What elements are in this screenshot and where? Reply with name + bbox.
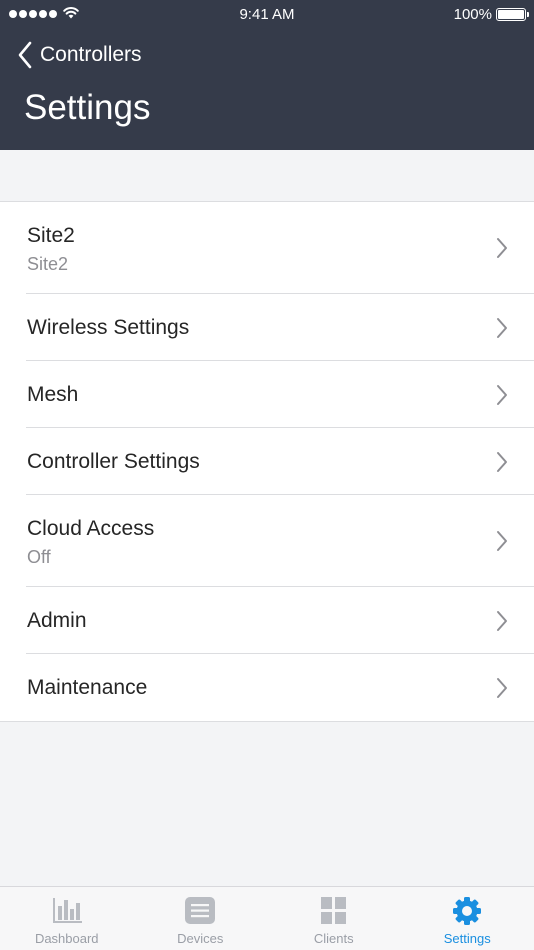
tab-devices[interactable]: Devices — [134, 887, 268, 950]
settings-row-wireless-settings[interactable]: Wireless Settings — [0, 294, 534, 361]
row-label: Site2 — [27, 224, 75, 247]
settings-row-maintenance[interactable]: Maintenance — [0, 654, 534, 721]
settings-row-admin[interactable]: Admin — [0, 587, 534, 654]
chevron-right-icon — [497, 238, 507, 258]
chevron-right-icon — [497, 384, 507, 405]
tab-label: Settings — [443, 931, 491, 946]
battery-percentage: 100% — [453, 6, 492, 23]
row-label: Maintenance — [27, 676, 148, 699]
chevron-right-icon — [497, 317, 507, 338]
devices-icon — [185, 897, 216, 924]
page-title: Settings — [24, 88, 151, 127]
battery-icon — [496, 8, 529, 21]
settings-row-site[interactable]: Site2 Site2 — [0, 202, 534, 294]
tab-clients[interactable]: Clients — [267, 887, 401, 950]
status-bar: 9:41 AM 100% — [0, 0, 534, 28]
gear-icon — [453, 897, 482, 925]
tab-label: Clients — [313, 931, 354, 946]
chevron-right-icon — [497, 610, 507, 631]
grid-icon — [320, 897, 346, 924]
row-label: Cloud Access — [27, 517, 155, 540]
chevron-right-icon — [497, 451, 507, 472]
row-label: Controller Settings — [27, 450, 200, 473]
row-label: Admin — [27, 609, 87, 632]
row-label: Mesh — [27, 383, 79, 406]
tab-settings[interactable]: Settings — [401, 887, 534, 950]
tab-label: Devices — [177, 931, 224, 946]
settings-row-controller-settings[interactable]: Controller Settings — [0, 428, 534, 495]
settings-row-cloud-access[interactable]: Cloud Access Off — [0, 495, 534, 587]
tab-dashboard[interactable]: Dashboard — [0, 887, 134, 950]
row-label: Wireless Settings — [27, 316, 190, 339]
settings-row-mesh[interactable]: Mesh — [0, 361, 534, 428]
navigation-header: 9:41 AM 100% Controllers Settings — [0, 0, 534, 150]
back-button-label: Controllers — [40, 43, 142, 66]
tab-label: Dashboard — [34, 931, 99, 946]
chevron-right-icon — [497, 677, 507, 698]
tab-bar: Dashboard Devices Clients Settings — [0, 886, 534, 950]
bar-chart-icon — [52, 898, 82, 923]
row-subtitle: Site2 — [27, 254, 69, 274]
row-subtitle: Off — [27, 547, 51, 567]
back-button[interactable]: Controllers — [18, 40, 142, 70]
settings-list: Site2 Site2 Wireless Settings Mesh Contr… — [0, 201, 534, 722]
chevron-left-icon — [18, 41, 32, 69]
chevron-right-icon — [497, 531, 507, 551]
